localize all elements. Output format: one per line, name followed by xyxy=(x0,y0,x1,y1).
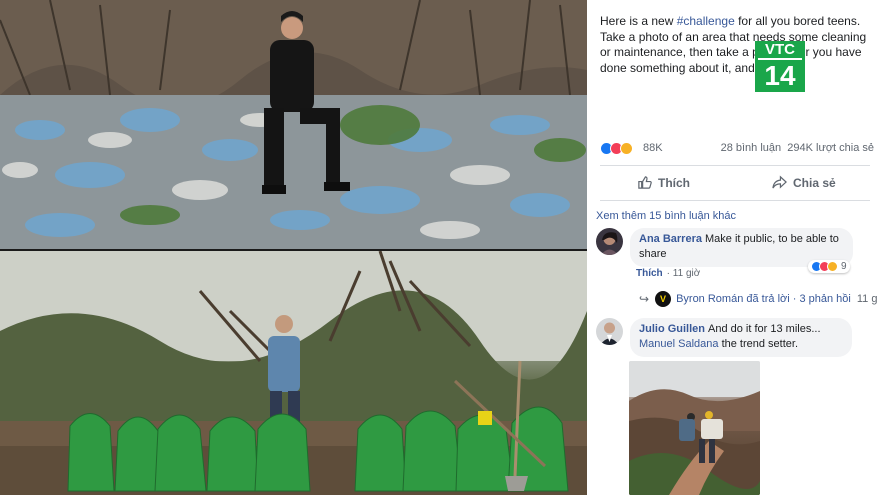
comment-text-end: the trend setter. xyxy=(718,338,799,350)
share-label: Chia sẻ xyxy=(793,175,836,190)
post-text-start: Here is a new xyxy=(600,14,677,28)
comment-text: And do it for 13 miles... xyxy=(708,323,821,335)
comment-item: Ana Barrera Make it public, to be able to… xyxy=(596,228,871,288)
reply-arrow-icon: ↪ xyxy=(639,292,650,306)
comment-reaction-count: 9 xyxy=(841,261,847,272)
divider xyxy=(600,165,870,166)
wow-icon xyxy=(620,142,633,155)
hashtag-link[interactable]: #challenge xyxy=(677,14,735,28)
avatar[interactable] xyxy=(596,228,623,255)
post-stats: 88K 28 bình luận 294K lượt chia sẻ xyxy=(600,141,874,157)
comment-like-link[interactable]: Thích xyxy=(636,268,663,279)
wow-icon xyxy=(827,261,838,272)
like-button[interactable]: Thích xyxy=(637,175,690,190)
after-photo[interactable] xyxy=(0,251,587,495)
post-text: Here is a new #challenge for all you bor… xyxy=(600,14,872,76)
thumbs-up-icon xyxy=(638,176,652,189)
avatar[interactable] xyxy=(596,318,623,345)
vtc-logo-text: VTC xyxy=(758,41,802,60)
comment-meta: Thích · 11 giờ xyxy=(636,268,701,279)
like-label: Thích xyxy=(658,175,690,190)
comment-count[interactable]: 28 bình luận xyxy=(721,142,782,154)
reply-separator: · xyxy=(792,293,797,305)
comment-author[interactable]: Julio Guillen xyxy=(639,323,705,335)
reply-count: 3 phản hồi xyxy=(799,293,851,305)
comment-author[interactable]: Ana Barrera xyxy=(639,233,702,245)
reply-action: đã trả lời xyxy=(746,293,790,305)
view-replies-link[interactable]: ↪ V Byron Román đã trả lời · 3 phản hồi … xyxy=(639,291,877,307)
share-arrow-icon xyxy=(772,175,787,189)
before-photo[interactable] xyxy=(0,0,587,249)
share-button[interactable]: Chia sẻ xyxy=(772,175,836,190)
reaction-icons[interactable] xyxy=(600,142,633,155)
comment-photo[interactable] xyxy=(629,361,760,495)
vtc14-logo: VTC 14 xyxy=(755,41,805,92)
share-count[interactable]: 294K lượt chia sẻ xyxy=(787,142,874,154)
reply-author: Byron Román xyxy=(676,293,744,305)
view-more-comments-link[interactable]: Xem thêm 15 bình luận khác xyxy=(596,210,736,222)
comment-bubble: Julio Guillen And do it for 13 miles... Ma… xyxy=(630,318,852,357)
reply-time: 11 g xyxy=(856,293,878,305)
comment-time[interactable]: 11 giờ xyxy=(673,268,701,279)
photo-collage xyxy=(0,0,587,495)
comment-item: Julio Guillen And do it for 13 miles... Ma… xyxy=(596,318,871,358)
comment-share-stats: 28 bình luận 294K lượt chia sẻ xyxy=(721,142,874,154)
post-actions: Thích Chia sẻ xyxy=(600,170,870,196)
comment-mention[interactable]: Manuel Saldana xyxy=(639,338,719,350)
video-frame: Here is a new #challenge for all you bor… xyxy=(0,0,880,495)
reaction-count[interactable]: 88K xyxy=(643,142,663,154)
avatar: V xyxy=(655,291,672,307)
comment-reactions[interactable]: 9 xyxy=(808,260,850,273)
vtc-logo-number: 14 xyxy=(764,60,796,91)
divider xyxy=(600,200,870,201)
